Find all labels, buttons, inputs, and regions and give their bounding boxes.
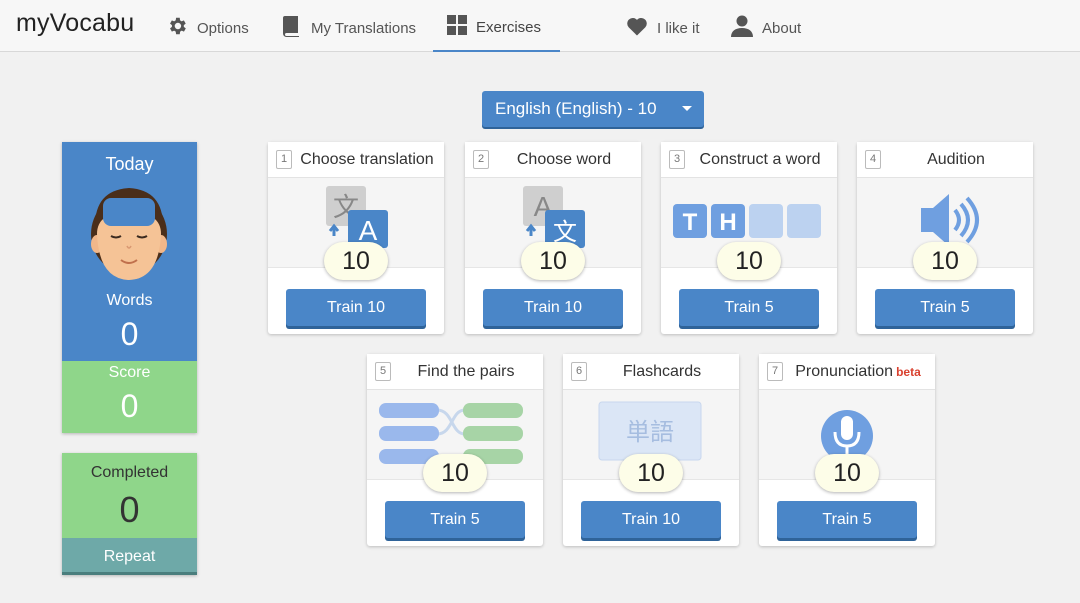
exercise-card-flashcards[interactable]: 6 Flashcards 単語 10 Train 10 <box>563 354 739 546</box>
today-heading: Today <box>105 154 154 174</box>
card-title: Pronunciation beta <box>785 363 931 381</box>
card-title: Flashcards <box>622 363 702 380</box>
train-button[interactable]: Train 10 <box>286 289 426 326</box>
card-header: 2 Choose word <box>465 142 641 178</box>
today-stats-panel: Today Words 0 Score 0 <box>62 142 197 433</box>
card-title: Choose translation <box>300 151 434 168</box>
tile-letter: T <box>683 209 698 236</box>
completed-value: 0 <box>119 489 140 530</box>
card-number: 2 <box>473 150 489 169</box>
card-title-text: Pronunciation <box>795 363 894 380</box>
card-number: 3 <box>669 150 685 169</box>
repeat-button[interactable]: Repeat <box>62 538 197 575</box>
card-title: Audition <box>927 151 985 168</box>
book-icon <box>282 15 302 37</box>
word-count-badge: 10 <box>717 242 781 280</box>
heart-icon <box>626 16 648 36</box>
nav-i-like-it-label: I like it <box>657 20 700 37</box>
tile-letter: H <box>719 209 736 236</box>
card-number: 6 <box>571 362 587 381</box>
train-button[interactable]: Train 10 <box>483 289 623 326</box>
nav-exercises[interactable]: Exercises <box>433 0 560 52</box>
card-header: 3 Construct a word <box>661 142 837 178</box>
words-label: Words <box>106 292 153 309</box>
nav-options-label: Options <box>197 20 249 37</box>
card-title: Choose word <box>516 151 612 168</box>
person-icon <box>731 15 753 37</box>
nav-my-translations[interactable]: My Translations <box>268 0 430 52</box>
word-count-badge: 10 <box>521 242 585 280</box>
grid-icon <box>447 15 467 35</box>
exercise-card-pronunciation[interactable]: 7 Pronunciation beta 10 Train 5 <box>759 354 935 546</box>
exercise-card-choose-translation[interactable]: 1 Choose translation 文 A 10 Train 10 <box>268 142 444 334</box>
train-button[interactable]: Train 5 <box>679 289 819 326</box>
card-number: 7 <box>767 362 783 381</box>
completed-section: Completed 0 <box>62 453 197 538</box>
nav-i-like-it[interactable]: I like it <box>612 0 714 52</box>
word-count-badge: 10 <box>913 242 977 280</box>
exercise-card-construct-word[interactable]: 3 Construct a word T H 10 Train 5 <box>661 142 837 334</box>
nav-options[interactable]: Options <box>152 0 263 52</box>
language-select-value: English (English) - 10 <box>495 99 657 118</box>
score-section: Score 0 <box>62 361 197 433</box>
words-value: 0 <box>120 316 139 352</box>
today-words-section: Today Words 0 <box>62 142 197 361</box>
avatar <box>89 184 169 289</box>
nav-about-label: About <box>762 20 802 37</box>
completed-panel: Completed 0 Repeat <box>62 453 197 575</box>
card-number: 4 <box>865 150 881 169</box>
card-header: 6 Flashcards <box>563 354 739 390</box>
gear-icon <box>166 15 188 37</box>
top-navbar: myVocabu Options My Translations Exercis… <box>0 0 1080 52</box>
card-title: Find the pairs <box>417 363 515 380</box>
exercise-card-find-pairs[interactable]: 5 Find the pairs 10 Train 5 <box>367 354 543 546</box>
nav-exercises-label: Exercises <box>476 19 542 36</box>
score-label: Score <box>108 364 151 381</box>
word-count-badge: 10 <box>423 454 487 492</box>
word-count-badge: 10 <box>619 454 683 492</box>
card-header: 5 Find the pairs <box>367 354 543 390</box>
language-select[interactable]: English (English) - 10 <box>482 91 704 127</box>
chevron-down-icon <box>682 106 692 111</box>
card-number: 5 <box>375 362 391 381</box>
nav-my-translations-label: My Translations <box>311 20 417 37</box>
train-button[interactable]: Train 5 <box>777 501 917 538</box>
card-title: Construct a word <box>699 151 821 168</box>
app-logo[interactable]: myVocabu <box>16 9 134 38</box>
score-value: 0 <box>120 388 139 424</box>
exercise-card-audition[interactable]: 4 Audition 10 Train 5 <box>857 142 1033 334</box>
word-count-badge: 10 <box>815 454 879 492</box>
card-number: 1 <box>276 150 292 169</box>
card-header: 4 Audition <box>857 142 1033 178</box>
card-header: 7 Pronunciation beta <box>759 354 935 390</box>
completed-label: Completed <box>90 464 169 481</box>
word-count-badge: 10 <box>324 242 388 280</box>
nav-about[interactable]: About <box>717 0 815 52</box>
train-button[interactable]: Train 5 <box>385 501 525 538</box>
exercise-card-choose-word[interactable]: 2 Choose word A 文 10 Train 10 <box>465 142 641 334</box>
flashcard-text: 単語 <box>626 418 674 446</box>
train-button[interactable]: Train 5 <box>875 289 1015 326</box>
beta-badge: beta <box>896 365 921 379</box>
train-button[interactable]: Train 10 <box>581 501 721 538</box>
card-header: 1 Choose translation <box>268 142 444 178</box>
